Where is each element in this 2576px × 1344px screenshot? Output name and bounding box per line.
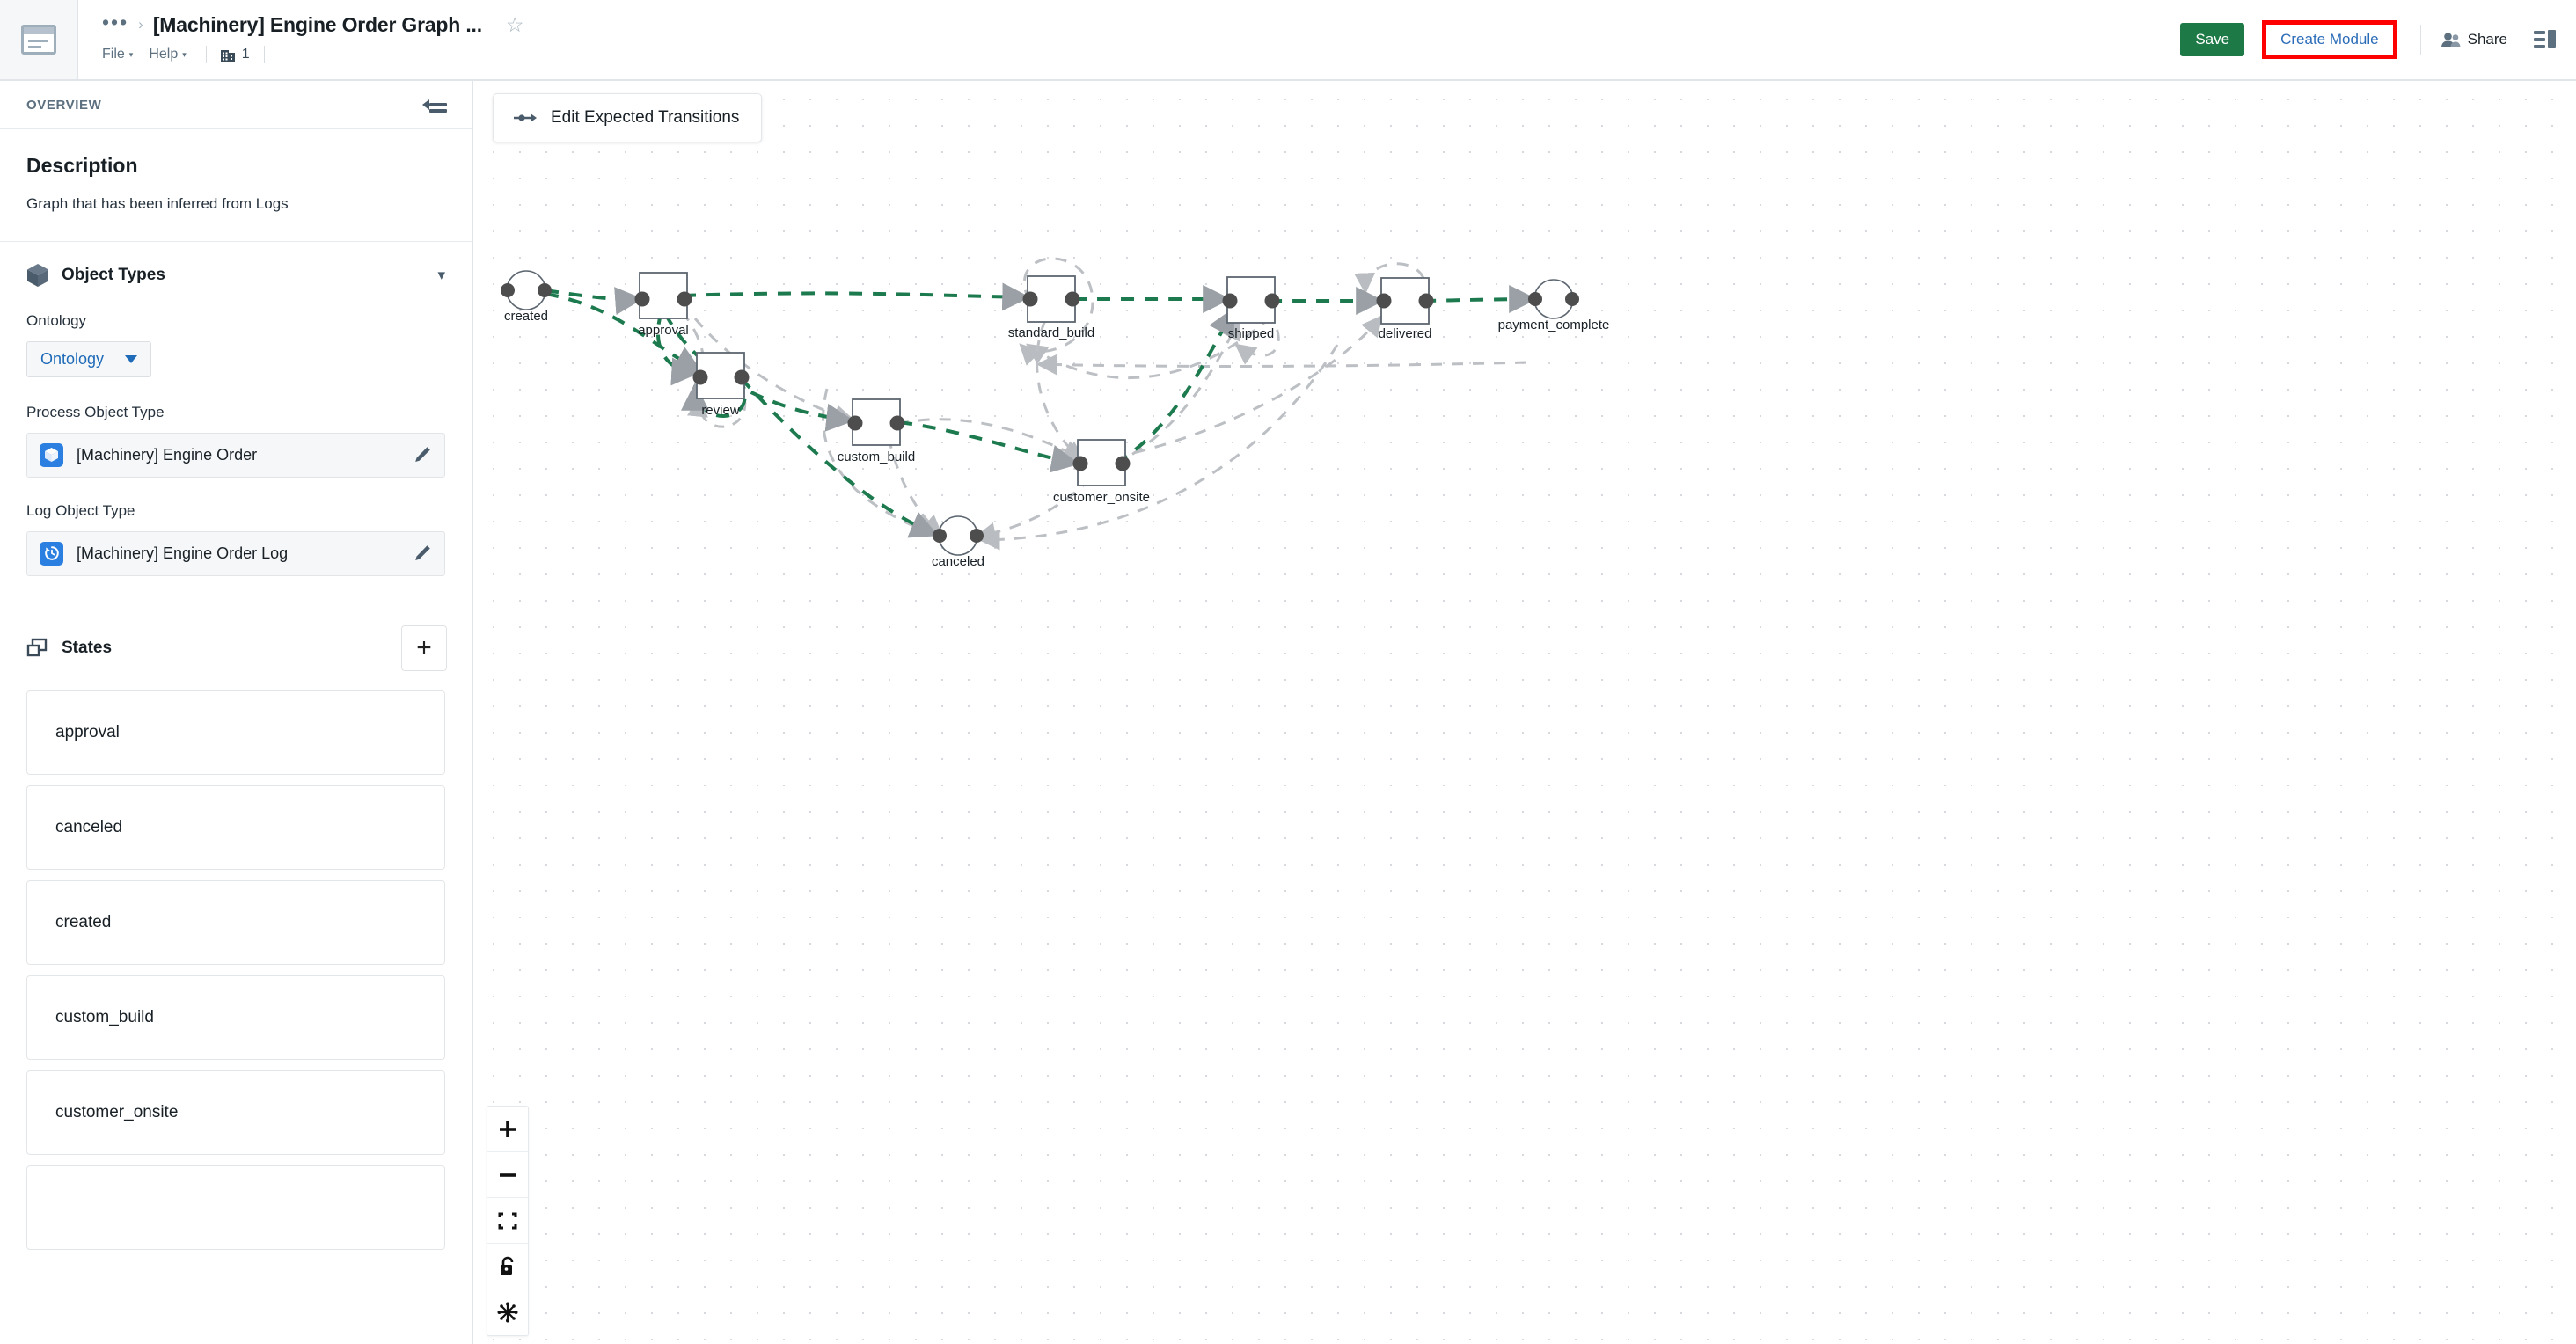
svg-text:customer_onsite: customer_onsite <box>1053 490 1150 505</box>
divider <box>2419 25 2421 55</box>
people-icon <box>2441 32 2461 47</box>
divider <box>263 46 265 63</box>
chevron-down-icon <box>125 354 138 363</box>
cube-icon <box>26 263 49 288</box>
left-sidebar: OVERVIEW Description Graph that has been… <box>0 81 473 1344</box>
object-type-cube-icon <box>40 442 63 467</box>
edit-pencil-icon[interactable] <box>413 544 432 563</box>
log-object-type-value: [Machinery] Engine Order Log <box>77 544 289 562</box>
graph-node-approval: approval <box>634 272 692 338</box>
process-object-type-label: Process Object Type <box>26 403 165 420</box>
svg-text:shipped: shipped <box>1228 326 1275 341</box>
zoom-in-icon[interactable] <box>487 1107 528 1152</box>
svg-text:approval: approval <box>638 323 689 338</box>
svg-text:payment_complete: payment_complete <box>1498 318 1610 332</box>
transition-arrow-icon <box>513 112 538 124</box>
state-list-item[interactable]: customer_onsite <box>26 1070 445 1155</box>
add-state-button[interactable]: + <box>401 625 447 671</box>
ontology-select[interactable]: Ontology <box>26 340 152 377</box>
breadcrumb-separator-icon: › <box>138 16 143 33</box>
menu-help[interactable]: Help ▾ <box>149 45 191 64</box>
graph-canvas[interactable]: created approval review custom_build cus… <box>475 81 2576 1344</box>
menu-file[interactable]: File ▾ <box>102 45 138 64</box>
collapse-sidebar-icon[interactable] <box>422 96 447 113</box>
states-title: States <box>62 638 113 657</box>
title-block: ••• › [Machinery] Engine Order Graph ...… <box>78 0 2180 79</box>
state-list-item[interactable] <box>26 1165 445 1250</box>
organization-badge[interactable]: 1 <box>220 47 250 62</box>
top-bar-actions: Save Create Module Share <box>2180 0 2576 79</box>
chevron-down-icon: ▾ <box>128 49 134 59</box>
sidebar-header: OVERVIEW <box>0 81 472 129</box>
graph-node-shipped: shipped <box>1222 276 1280 341</box>
page-title: [Machinery] Engine Order Graph ... <box>152 12 482 36</box>
chevron-down-icon: ▾ <box>182 49 187 59</box>
breadcrumb: ••• › [Machinery] Engine Order Graph ...… <box>102 10 2180 40</box>
menu-bar: File ▾ Help ▾ 1 <box>102 42 2180 67</box>
chevron-down-icon[interactable]: ▾ <box>437 267 445 284</box>
edit-expected-transitions-label: Edit Expected Transitions <box>551 108 740 127</box>
state-list-item[interactable]: created <box>26 880 445 965</box>
object-types-header[interactable]: Object Types ▾ <box>26 263 445 288</box>
log-object-type-label: Log Object Type <box>26 501 135 519</box>
graph-node-created: created <box>501 270 552 324</box>
svg-text:created: created <box>504 309 548 324</box>
fit-to-screen-icon[interactable] <box>487 1198 528 1244</box>
history-clock-icon <box>40 541 63 566</box>
svg-text:standard_build: standard_build <box>1008 325 1094 340</box>
menu-help-label: Help <box>149 47 179 62</box>
share-button[interactable]: Share <box>2441 31 2507 48</box>
create-module-button[interactable]: Create Module <box>2280 31 2379 48</box>
unlock-icon[interactable] <box>487 1244 528 1289</box>
states-header: States + <box>0 610 472 690</box>
graph-node-delivered: delivered <box>1376 277 1434 341</box>
menu-file-label: File <box>102 47 125 62</box>
log-object-type-field[interactable]: [Machinery] Engine Order Log <box>26 530 445 576</box>
top-bar: ••• › [Machinery] Engine Order Graph ...… <box>0 0 2576 81</box>
svg-text:review: review <box>701 403 740 418</box>
sidebar-header-label: OVERVIEW <box>26 97 102 113</box>
object-types-title: Object Types <box>62 265 165 284</box>
layers-icon <box>26 638 49 659</box>
ontology-label: Ontology <box>26 311 87 329</box>
object-types-section: Object Types ▾ Ontology Ontology Process… <box>0 242 472 610</box>
right-panel-toggle-icon[interactable] <box>2534 30 2557 49</box>
divider <box>205 46 207 63</box>
state-list-item[interactable]: canceled <box>26 785 445 870</box>
states-list: approval canceled created custom_build c… <box>0 690 472 1250</box>
favorite-star-icon[interactable]: ☆ <box>506 15 524 35</box>
process-graph: created approval review custom_build cus… <box>501 257 1610 569</box>
process-object-type-field[interactable]: [Machinery] Engine Order <box>26 432 445 478</box>
description-title: Description <box>26 154 138 177</box>
document-window-icon <box>20 25 56 55</box>
edit-pencil-icon[interactable] <box>413 445 432 464</box>
organization-count: 1 <box>241 47 250 62</box>
create-module-highlight: Create Module <box>2262 20 2397 59</box>
svg-text:delivered: delivered <box>1379 326 1432 341</box>
building-icon <box>220 47 236 62</box>
description-text: Graph that has been inferred from Logs <box>26 195 289 212</box>
description-section: Description Graph that has been inferred… <box>0 129 472 242</box>
zoom-out-icon[interactable] <box>487 1152 528 1198</box>
graph-node-custom_build: custom_build <box>838 398 915 464</box>
graph-node-canceled: canceled <box>932 515 984 569</box>
save-button[interactable]: Save <box>2180 23 2245 56</box>
share-label: Share <box>2467 31 2507 47</box>
app-logo-button[interactable] <box>0 0 78 79</box>
svg-text:canceled: canceled <box>932 554 984 569</box>
edit-expected-transitions-button[interactable]: Edit Expected Transitions <box>493 93 763 142</box>
graph-node-standard_build: standard_build <box>1008 275 1094 340</box>
state-list-item[interactable]: approval <box>26 690 445 775</box>
svg-text:custom_build: custom_build <box>838 449 915 464</box>
state-list-item[interactable]: custom_build <box>26 975 445 1060</box>
auto-layout-icon[interactable] <box>487 1289 528 1335</box>
breadcrumb-overflow-button[interactable]: ••• <box>102 12 128 33</box>
graph-node-payment_complete: payment_complete <box>1498 279 1610 332</box>
process-object-type-value: [Machinery] Engine Order <box>77 445 258 464</box>
zoom-controls <box>487 1106 529 1336</box>
ontology-select-value: Ontology <box>40 349 105 368</box>
